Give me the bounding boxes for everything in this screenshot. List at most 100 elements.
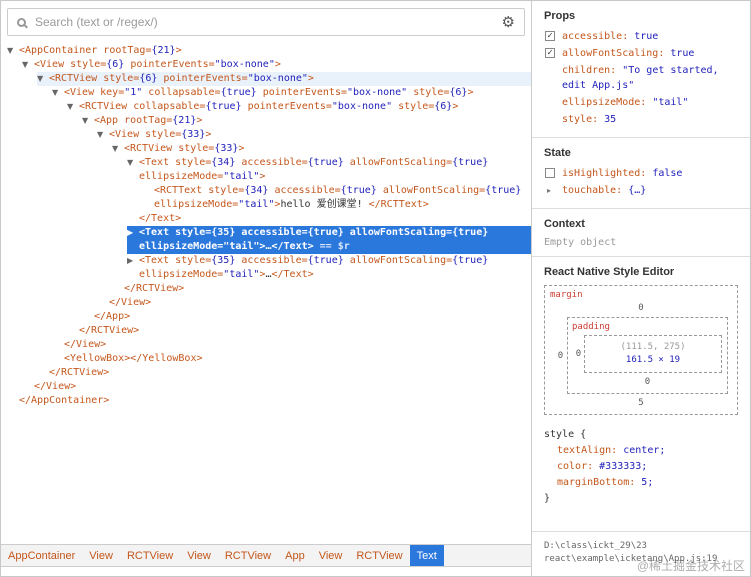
checkbox-checked[interactable]: ✓ [545, 31, 555, 41]
tree-row[interactable]: ▶ <Text style={35} accessible={true} allo… [127, 254, 531, 282]
breadcrumb-item[interactable]: RCTView [218, 545, 278, 566]
tag-name: </YellowBox> [130, 353, 203, 364]
tree-row[interactable]: ▼ <RCTView collapsable={true} pointerEven… [67, 100, 531, 114]
attr-name: style= [407, 87, 450, 98]
collapse-arrow-icon[interactable]: ▼ [112, 142, 124, 156]
collapse-arrow-icon[interactable]: ▼ [22, 58, 34, 72]
search-icon [17, 17, 26, 27]
breadcrumb-item[interactable]: RCTView [120, 545, 180, 566]
tree-row[interactable]: <YellowBox></YellowBox> [52, 352, 531, 366]
collapse-arrow-icon[interactable]: ▼ [7, 44, 19, 58]
prop-value[interactable]: true [634, 31, 658, 42]
checkbox-checked[interactable]: ✓ [545, 48, 555, 58]
checkbox-unchecked[interactable] [545, 168, 555, 178]
tree-row[interactable]: </Text> [127, 212, 531, 226]
margin-left-value[interactable]: 0 [554, 351, 567, 361]
breadcrumb-item[interactable]: View [82, 545, 120, 566]
props-list: ✓ accessible: true ✓ allowFontScaling: true… [544, 29, 740, 127]
tree-row[interactable]: </AppContainer> [7, 394, 531, 408]
style-rule[interactable]: color: #333333; [544, 459, 740, 475]
props-section: Props ✓ accessible: true ✓ allowFontScaling… [532, 1, 750, 138]
breadcrumb-item[interactable]: RCTView [349, 545, 409, 566]
attr-value: "1" [124, 87, 143, 98]
breadcrumb-item[interactable]: Text [409, 545, 444, 566]
tree-row[interactable]: </RCTView> [67, 324, 531, 338]
attr-name: pointerEvents= [241, 101, 332, 112]
content-position: (111.5, 275) [620, 342, 686, 352]
margin-top-value[interactable]: 0 [550, 301, 732, 315]
attr-value: {true} [485, 185, 522, 196]
settings-gear-icon[interactable]: ⚙ [502, 15, 515, 30]
margin-bottom-value[interactable]: 5 [550, 396, 732, 411]
attr-value: {6} [139, 73, 158, 84]
tree-row[interactable]: ▼ <App rootTag={21}> [82, 114, 531, 128]
breadcrumb-item[interactable]: View [180, 545, 218, 566]
tag-name: > [205, 129, 212, 140]
margin-label: margin [550, 290, 583, 300]
attr-value: "box-none" [214, 59, 275, 70]
bottom-strip [1, 567, 531, 576]
tree-row[interactable]: ▼ <Text style={34} accessible={true} allo… [127, 156, 531, 184]
tree-row[interactable]: </RCTView> [112, 282, 531, 296]
breadcrumb-item[interactable]: AppContainer [1, 545, 82, 566]
tree-row[interactable]: ▼ <RCTView style={6} pointerEvents="box-n… [37, 72, 531, 86]
prop-value[interactable]: true [670, 48, 694, 59]
tree-row[interactable]: <RCTText style={34} accessible={true} al… [142, 184, 531, 212]
context-section: Context Empty object [532, 209, 750, 257]
tree-row[interactable]: </View> [22, 380, 531, 394]
style-rule[interactable]: marginBottom: 5; [544, 475, 740, 491]
tag-name: </View> [109, 297, 152, 308]
tag-name: <View [109, 129, 140, 140]
padding-left-value[interactable]: 0 [573, 349, 584, 359]
tree-row[interactable]: ▶ <Text style={35} accessible={true} allo… [127, 226, 531, 254]
padding-bottom-value[interactable]: 0 [572, 375, 723, 390]
padding-label: padding [572, 322, 610, 332]
tree-row[interactable]: </View> [97, 296, 531, 310]
attr-value: {34} [244, 185, 269, 196]
attr-name: style= [392, 101, 435, 112]
collapse-arrow-icon[interactable]: ▼ [37, 72, 49, 86]
tree-row[interactable]: </View> [52, 338, 531, 352]
attr-name: style= [202, 185, 245, 196]
collapse-arrow-icon[interactable]: ▼ [97, 128, 109, 142]
tree-row[interactable]: ▼ <RCTView style={33}> [112, 142, 531, 156]
source-path-line2[interactable]: react\example\icketang\App.js:19 [544, 553, 740, 566]
tree-row[interactable]: </RCTView> [37, 366, 531, 380]
tag-name: > [196, 115, 203, 126]
search-bar: ⚙ [7, 8, 525, 36]
property-row: ▸ touchable: {…} [544, 183, 740, 198]
breadcrumb-bar: AppContainer View RCTView View RCTView App Vie… [1, 544, 531, 567]
style-rule[interactable]: textAlign: center; [544, 443, 740, 459]
expand-arrow-icon[interactable]: ▶ [127, 226, 139, 240]
prop-value[interactable]: false [652, 168, 682, 179]
collapse-arrow-icon[interactable]: ▼ [82, 114, 94, 128]
style-value: center; [623, 445, 666, 456]
style-key: color: [557, 461, 600, 472]
tree-row[interactable]: </App> [82, 310, 531, 324]
expand-arrow-icon[interactable]: ▸ [547, 183, 551, 198]
prop-value[interactable]: 35 [604, 114, 616, 125]
tag-name: <Text [139, 157, 170, 168]
expand-arrow-icon[interactable]: ▶ [127, 254, 139, 268]
collapse-arrow-icon[interactable]: ▼ [127, 156, 139, 170]
collapse-arrow-icon[interactable]: ▼ [52, 86, 64, 100]
tag-name: > [238, 143, 245, 154]
collapse-arrow-icon[interactable]: ▼ [67, 100, 79, 114]
style-editor-section: React Native Style Editor margin 0 0 pad… [532, 257, 750, 515]
text-content: hello 爱创课堂! [280, 199, 369, 210]
breadcrumb-item[interactable]: App [278, 545, 312, 566]
prop-value[interactable]: {…} [628, 185, 646, 196]
prop-value[interactable]: "tail" [652, 97, 688, 108]
tree-row[interactable]: ▼ <View key="1" collapsable={true} pointe… [52, 86, 531, 100]
source-path-line1[interactable]: D:\class\ickt_29\23 [544, 540, 740, 553]
tag-name: <Text [139, 227, 170, 238]
breadcrumb-item[interactable]: View [312, 545, 350, 566]
tag-name: </RCTView> [124, 283, 185, 294]
tree-row[interactable]: ▼ <AppContainer rootTag={21}> [7, 44, 531, 58]
tree-row[interactable]: ▼ <View style={33}> [97, 128, 531, 142]
attr-name: style= [172, 143, 215, 154]
search-input[interactable] [35, 15, 502, 29]
style-key: marginBottom: [557, 477, 642, 488]
property-row: isHighlighted: false [544, 166, 740, 181]
tree-row[interactable]: ▼ <View style={6} pointerEvents="box-none… [22, 58, 531, 72]
